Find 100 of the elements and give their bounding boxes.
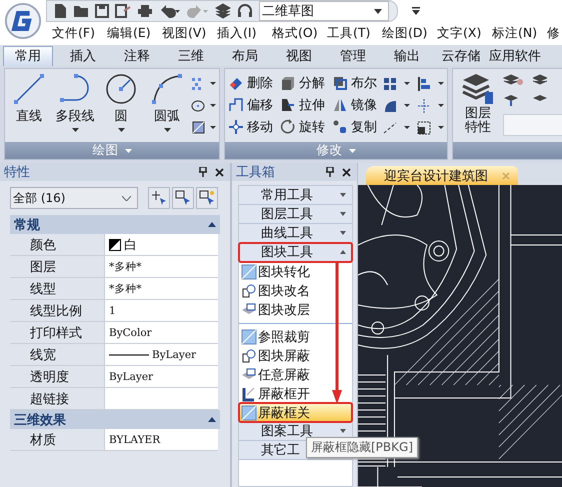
selection-dropdown[interactable]: 全部 (16) <box>10 187 138 209</box>
modify-tool-button[interactable]: 布尔 <box>331 73 377 92</box>
close-icon[interactable] <box>342 168 351 176</box>
toolbox-category[interactable]: 常用工具 <box>239 186 352 205</box>
layer-field[interactable] <box>503 114 562 136</box>
dot-array-icon[interactable] <box>191 76 217 92</box>
menu-item[interactable]: 文字(X) <box>437 25 492 42</box>
menu-item[interactable]: 工具(T) <box>327 25 382 42</box>
toolbox-tool[interactable]: 屏蔽框关 <box>239 403 352 422</box>
pin-icon[interactable] <box>326 167 334 177</box>
ribbon-tab[interactable]: 三维 <box>164 47 218 66</box>
draw-tool-button[interactable]: 圆 <box>99 72 143 142</box>
ribbon-tab[interactable]: 布局 <box>218 47 272 66</box>
property-value[interactable]: ByLayer <box>104 366 218 387</box>
ribbon-tab[interactable]: 云存储 <box>434 47 488 66</box>
document-tab[interactable]: 迎宾台设计建筑图 <box>366 166 518 185</box>
expand-arrow-icon[interactable] <box>340 231 346 235</box>
ribbon-tab[interactable]: 应用软件 <box>488 47 542 66</box>
align-icon[interactable] <box>417 76 445 92</box>
property-value[interactable]: *多种* <box>104 278 218 299</box>
save-icon[interactable] <box>95 4 109 18</box>
draw-tool-button[interactable]: 多段线 <box>53 72 97 142</box>
property-value[interactable]: ByLayer <box>104 344 218 365</box>
expand-arrow-icon[interactable] <box>340 212 346 216</box>
menu-item[interactable]: 视图(V) <box>162 25 217 42</box>
save-as-icon[interactable] <box>115 4 131 18</box>
circle-icon <box>104 72 138 106</box>
ribbon-tab[interactable]: 管理 <box>326 47 380 66</box>
ribbon-tab[interactable]: 输出 <box>380 47 434 66</box>
modify-tool-button[interactable]: 删除 <box>227 73 273 92</box>
ribbon-tab[interactable]: 视图 <box>272 47 326 66</box>
toolbox-tool[interactable]: 图块转化 <box>239 262 352 281</box>
layers-icon[interactable] <box>215 3 231 19</box>
property-value[interactable]: ByColor <box>104 322 218 343</box>
dashed-line-icon[interactable] <box>383 120 411 136</box>
modify-tool-button[interactable]: 拉伸 <box>279 95 325 114</box>
hatch-icon[interactable] <box>191 120 217 136</box>
select-objects-button[interactable] <box>172 187 194 209</box>
undo-icon[interactable] <box>159 4 181 18</box>
modify-tool-button[interactable]: 移动 <box>227 117 273 136</box>
pin-icon[interactable] <box>199 167 207 177</box>
new-file-icon[interactable] <box>53 3 67 19</box>
section-header[interactable]: 三维效果 <box>10 410 220 429</box>
menu-item[interactable]: 文件(F) <box>52 25 107 42</box>
quick-select-button[interactable] <box>196 187 218 209</box>
caret-icon[interactable] <box>124 148 132 152</box>
caret-icon <box>72 128 78 132</box>
toolbox-tool[interactable]: 屏蔽框开 <box>239 384 352 403</box>
expand-arrow-icon[interactable] <box>340 193 346 197</box>
toolbox-tool[interactable]: 图块改层 <box>239 300 352 319</box>
add-selection-button[interactable] <box>148 187 170 209</box>
box-cursor-icon <box>199 190 215 206</box>
scale-icon[interactable] <box>417 120 445 136</box>
expand-arrow-icon[interactable] <box>340 429 346 433</box>
property-value[interactable]: 1 <box>104 300 218 321</box>
mirror-icon <box>332 96 348 112</box>
menu-item[interactable]: 修 <box>547 25 562 42</box>
layer-state-icon[interactable] <box>503 74 525 88</box>
toolbox-tool[interactable]: 图块屏蔽 <box>239 346 352 365</box>
modify-tool-button[interactable]: 镜像 <box>331 95 377 114</box>
caret-icon[interactable] <box>348 148 356 152</box>
section-header[interactable]: 常规 <box>10 215 220 234</box>
ribbon-tab[interactable]: 注释 <box>110 47 164 66</box>
arc-icon <box>150 72 184 106</box>
draw-tool-button[interactable]: 直线 <box>7 72 51 142</box>
toolbox-tool[interactable]: 参照裁剪 <box>239 327 352 346</box>
toolbox-category[interactable]: 曲线工具 <box>239 224 352 243</box>
crosshair-icon[interactable] <box>417 98 445 114</box>
modify-tool-button[interactable]: 偏移 <box>227 95 273 114</box>
close-icon[interactable] <box>215 168 224 176</box>
menu-item[interactable]: 插入(I) <box>217 25 272 42</box>
fillet-icon[interactable] <box>383 98 411 114</box>
caret-icon <box>118 128 124 132</box>
draw-tool-button[interactable]: 圆弧 <box>145 72 189 142</box>
menu-item[interactable]: 绘图(D) <box>382 25 437 42</box>
menu-item[interactable]: 编辑(E) <box>107 25 162 42</box>
modify-tool-button[interactable]: 旋转 <box>279 117 325 136</box>
property-value[interactable]: 白 <box>104 234 218 255</box>
grid-icon[interactable] <box>383 76 411 92</box>
menu-item[interactable]: 标注(N) <box>492 25 547 42</box>
property-value[interactable]: *多种* <box>104 256 218 277</box>
open-folder-icon[interactable] <box>73 4 89 18</box>
headset-icon[interactable] <box>237 3 253 19</box>
menu-item[interactable]: 格式(O) <box>272 25 327 42</box>
collapse-arrow-icon[interactable] <box>340 250 346 254</box>
modify-tool-button[interactable]: 复制 <box>331 117 377 136</box>
toolbox-tool[interactable]: 任意屏蔽 <box>239 365 352 384</box>
customize-menu-icon[interactable] <box>412 7 420 15</box>
ellipse-icon[interactable] <box>191 98 217 114</box>
property-value[interactable]: BYLAYER <box>104 429 218 450</box>
toolbox-tool[interactable]: 图块改名 <box>239 281 352 300</box>
workspace-dropdown[interactable]: 二维草图 <box>259 1 389 21</box>
chevron-icon <box>122 196 131 200</box>
ribbon-tab[interactable]: 常用 <box>3 46 53 66</box>
toolbox-category[interactable]: 图层工具 <box>239 205 352 224</box>
modify-tool-button[interactable]: 分解 <box>279 73 325 92</box>
toolbox-category[interactable]: 图块工具 <box>239 243 352 262</box>
collapse-arrow-icon[interactable] <box>208 222 216 227</box>
collapse-arrow-icon[interactable] <box>208 417 216 422</box>
ribbon-tab[interactable]: 插入 <box>56 47 110 66</box>
